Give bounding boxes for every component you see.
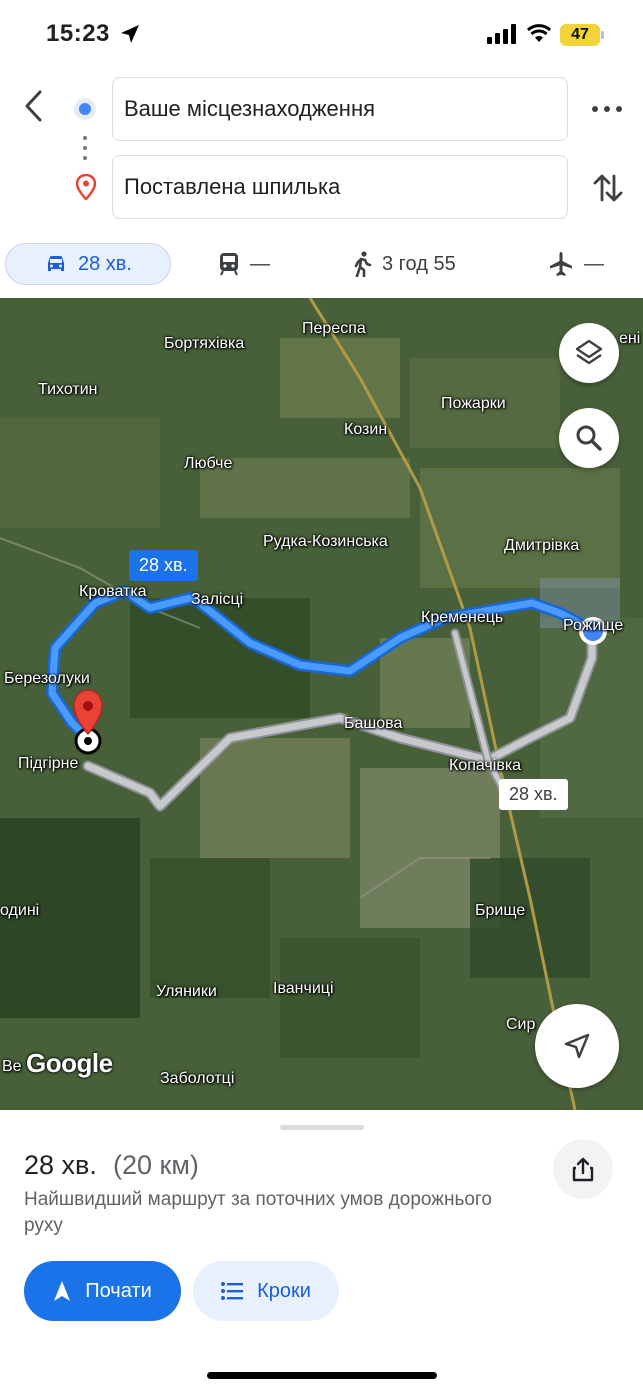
steps-button[interactable]: Кроки bbox=[193, 1261, 339, 1321]
travel-mode-tabs: 28 хв. — 3 год 55 — bbox=[0, 243, 643, 289]
tab-transit[interactable]: — bbox=[218, 243, 270, 285]
place-label: Рожище bbox=[563, 617, 624, 634]
transit-time: — bbox=[250, 252, 270, 275]
search-along-route-button[interactable] bbox=[559, 408, 619, 468]
cellular-signal-icon bbox=[487, 24, 516, 44]
route-duration: 28 хв. bbox=[24, 1150, 97, 1180]
destination-field[interactable]: Поставлена шпилька bbox=[112, 155, 568, 219]
walking-time: 3 год 55 bbox=[382, 252, 456, 275]
primary-route-time-label[interactable]: 28 хв. bbox=[129, 550, 198, 581]
layers-button[interactable] bbox=[559, 323, 619, 383]
flight-time: — bbox=[584, 252, 604, 275]
start-navigation-button[interactable]: Почати bbox=[24, 1261, 181, 1321]
navigation-arrow-icon bbox=[564, 1033, 590, 1059]
tab-flight[interactable]: — bbox=[548, 243, 604, 285]
share-icon bbox=[572, 1157, 594, 1182]
place-label: Копачівка bbox=[449, 757, 522, 774]
place-label: Кременець bbox=[421, 609, 504, 626]
place-label: Брище bbox=[475, 902, 526, 919]
route-connector-dots bbox=[83, 136, 87, 164]
place-label: Пожарки bbox=[441, 395, 506, 412]
battery-indicator: 47 bbox=[560, 24, 600, 46]
train-icon bbox=[220, 253, 238, 276]
route-distance: (20 км) bbox=[113, 1150, 199, 1180]
place-label: Уляники bbox=[156, 983, 217, 1000]
place-label: Ве bbox=[2, 1058, 22, 1075]
battery-tip bbox=[601, 31, 604, 39]
location-arrow-icon bbox=[121, 25, 139, 43]
recenter-button[interactable] bbox=[535, 1004, 619, 1088]
sheet-drag-handle[interactable] bbox=[280, 1125, 364, 1130]
route-description: Найшвидший маршрут за поточних умов доро… bbox=[24, 1189, 492, 1236]
place-label: Тихотин bbox=[38, 381, 98, 398]
swap-icon[interactable] bbox=[592, 170, 624, 206]
place-label: Підгірне bbox=[18, 755, 79, 772]
destination-pin-icon bbox=[76, 174, 96, 200]
more-options-button[interactable] bbox=[592, 96, 622, 122]
place-label: Іванчиці bbox=[273, 980, 334, 997]
google-logo: Google bbox=[26, 1048, 113, 1078]
place-label: ені bbox=[619, 330, 641, 347]
home-indicator[interactable] bbox=[207, 1372, 437, 1379]
place-label: Переспа bbox=[302, 320, 366, 337]
start-button-label: Почати bbox=[85, 1279, 152, 1302]
origin-location-icon bbox=[74, 98, 96, 120]
place-label: Рудка-Козинська bbox=[263, 533, 388, 550]
place-label: Залісці bbox=[191, 591, 244, 608]
back-arrow-icon[interactable] bbox=[18, 86, 50, 126]
status-bar: 15:23 47 bbox=[0, 0, 643, 70]
place-label: Башова bbox=[344, 715, 403, 732]
map-view[interactable]: Переспа Бортяхівка Тихотин Пожарки Козин… bbox=[0, 298, 643, 1110]
origin-field[interactable]: Ваше місцезнаходження bbox=[112, 77, 568, 141]
layers-icon bbox=[575, 339, 603, 365]
place-label: Заболотці bbox=[160, 1070, 235, 1087]
place-label: Дмитрівка bbox=[504, 537, 580, 554]
airplane-icon bbox=[550, 252, 572, 276]
place-label: Сир bbox=[506, 1016, 536, 1033]
share-button[interactable] bbox=[553, 1139, 613, 1199]
search-icon bbox=[576, 425, 602, 451]
place-label: Кроватка bbox=[79, 583, 147, 600]
route-summary-sheet: 28 хв. (20 км) Найшвидший маршрут за пот… bbox=[0, 1110, 643, 1391]
driving-time: 28 хв. bbox=[78, 252, 132, 275]
navigation-arrow-icon bbox=[54, 1281, 71, 1301]
place-label: одині bbox=[0, 902, 40, 919]
list-icon bbox=[221, 1282, 244, 1300]
steps-button-label: Кроки bbox=[257, 1279, 311, 1302]
walking-icon bbox=[354, 251, 372, 277]
alternative-route-time-label[interactable]: 28 хв. bbox=[499, 779, 568, 810]
place-label: Любче bbox=[184, 455, 233, 472]
tab-driving[interactable]: 28 хв. bbox=[5, 243, 171, 285]
place-label: Березолуки bbox=[4, 670, 90, 687]
wifi-icon bbox=[526, 24, 552, 42]
place-label: Бортяхівка bbox=[164, 335, 245, 352]
tab-walking[interactable]: 3 год 55 bbox=[352, 243, 456, 285]
car-icon bbox=[48, 256, 64, 271]
status-time: 15:23 bbox=[46, 20, 110, 47]
place-label: Козин bbox=[344, 421, 388, 438]
